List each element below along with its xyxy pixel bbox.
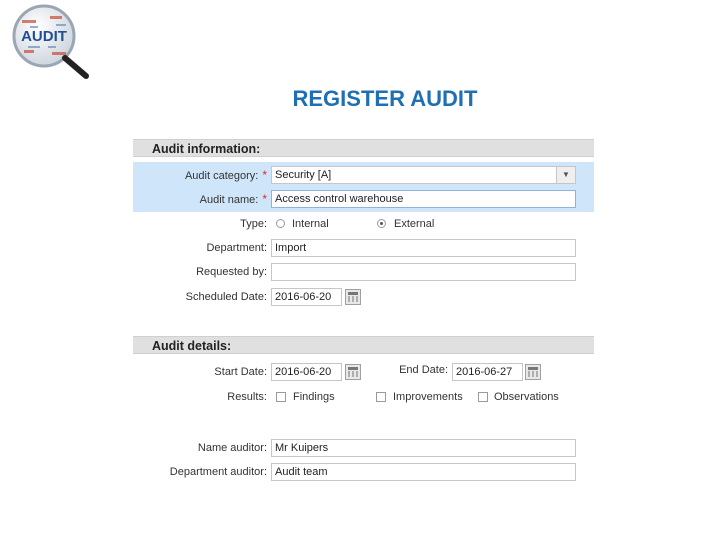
improvements-checkbox[interactable] [376, 392, 386, 402]
requested-by-label: Requested by: [196, 266, 267, 278]
observations-label: Observations [494, 391, 559, 403]
calendar-icon[interactable] [525, 364, 541, 380]
start-date-label: Start Date: [214, 366, 267, 378]
logo-text: AUDIT [21, 28, 67, 45]
type-internal-label: Internal [292, 218, 329, 230]
required-marker: * [262, 168, 267, 182]
requested-by-input[interactable] [271, 263, 576, 281]
audit-logo: AUDIT [12, 4, 89, 79]
scheduled-date-label: Scheduled Date: [185, 291, 267, 303]
improvements-label: Improvements [393, 391, 463, 403]
scheduled-date-input[interactable]: 2016-06-20 [271, 288, 342, 306]
findings-checkbox[interactable] [276, 392, 286, 402]
calendar-icon[interactable] [345, 364, 361, 380]
chevron-down-icon[interactable]: ▼ [556, 167, 575, 183]
end-date-label: End Date: [399, 364, 448, 376]
audit-details-header: Audit details: [133, 336, 594, 354]
end-date-input[interactable]: 2016-06-27 [452, 363, 523, 381]
audit-name-input[interactable]: Access control warehouse [271, 190, 576, 208]
audit-information-header: Audit information: [133, 139, 594, 157]
page-title: REGISTER AUDIT [292, 86, 478, 111]
name-auditor-label: Name auditor: [197, 442, 267, 454]
calendar-icon[interactable] [345, 289, 361, 305]
department-auditor-label: Department auditor: [169, 466, 267, 478]
department-input[interactable]: Import [271, 239, 576, 257]
name-auditor-input[interactable]: Mr Kuipers [271, 439, 576, 457]
type-external-label: External [394, 218, 435, 230]
results-label: Results: [227, 391, 267, 403]
findings-label: Findings [293, 391, 335, 403]
audit-category-label: Audit category: * [184, 168, 267, 182]
type-internal-radio[interactable] [276, 219, 285, 228]
audit-category-value: Security [A] [275, 169, 332, 181]
department-label: Department: [206, 242, 267, 254]
required-marker: * [262, 192, 267, 206]
audit-category-select[interactable]: Security [A] ▼ [271, 166, 576, 184]
audit-name-label: Audit name: * [199, 192, 267, 206]
type-external-radio[interactable] [377, 219, 386, 228]
start-date-input[interactable]: 2016-06-20 [271, 363, 342, 381]
department-auditor-input[interactable]: Audit team [271, 463, 576, 481]
type-label: Type: [240, 218, 267, 230]
observations-checkbox[interactable] [478, 392, 488, 402]
